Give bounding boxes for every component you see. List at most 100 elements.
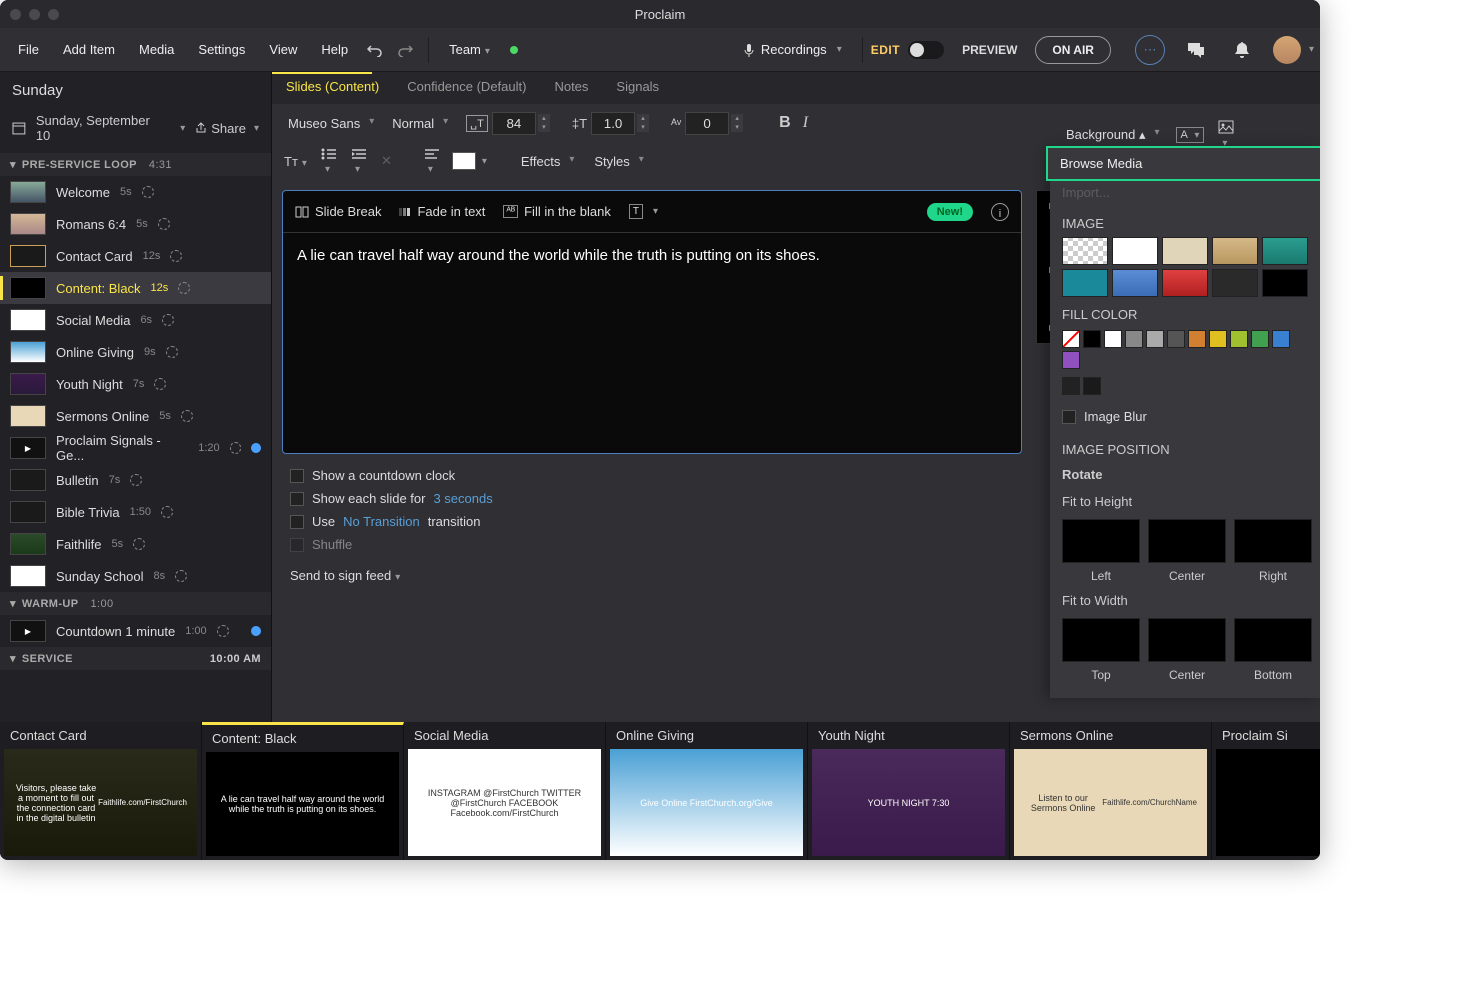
fill-color-chip[interactable] xyxy=(1167,330,1185,348)
slide-item[interactable]: Countdown 1 minute1:00 xyxy=(0,615,271,647)
image-blur-checkbox[interactable] xyxy=(1062,410,1076,424)
fill-color-chip[interactable] xyxy=(1104,330,1122,348)
section-header[interactable]: ▾PRE-SERVICE LOOP4:31 xyxy=(0,153,271,176)
slide-item[interactable]: Online Giving9s xyxy=(0,336,271,368)
fit-center-button[interactable] xyxy=(1148,519,1226,563)
image-swatch[interactable] xyxy=(1162,237,1208,265)
bold-button[interactable]: B xyxy=(777,112,793,134)
date-label[interactable]: Sunday, September 10 xyxy=(36,113,166,143)
fill-color-chip[interactable] xyxy=(1062,377,1080,395)
filmstrip-item[interactable]: Sermons OnlineListen to our Sermons Onli… xyxy=(1010,722,1212,860)
font-select[interactable]: Museo Sans xyxy=(282,112,378,135)
bell-icon[interactable] xyxy=(1227,35,1257,65)
slide-item[interactable]: Sermons Online5s xyxy=(0,400,271,432)
more-icon[interactable]: ⋯ xyxy=(1135,35,1165,65)
menu-add-item[interactable]: Add Item xyxy=(51,36,127,63)
user-avatar[interactable]: ▾ xyxy=(1273,36,1314,64)
slide-text-content[interactable]: A lie can travel half way around the wor… xyxy=(283,233,1021,453)
mode-toggle[interactable] xyxy=(908,41,944,59)
line-height-input[interactable] xyxy=(591,112,635,135)
slide-item[interactable]: Content: Black12s xyxy=(0,272,271,304)
filmstrip-item[interactable]: Social MediaINSTAGRAM @FirstChurch TWITT… xyxy=(404,722,606,860)
send-sign-feed-button[interactable]: Send to sign feed▾ xyxy=(290,568,1014,583)
styles-select[interactable]: Styles xyxy=(588,150,647,173)
fit-top-button[interactable] xyxy=(1062,618,1140,662)
filmstrip-item[interactable]: Online GivingGive Online FirstChurch.org… xyxy=(606,722,808,860)
clear-format-button[interactable]: ✕ xyxy=(379,151,394,171)
fit-right-button[interactable] xyxy=(1234,519,1312,563)
import-button[interactable]: Import... xyxy=(1050,185,1320,208)
fit-bottom-button[interactable] xyxy=(1234,618,1312,662)
fill-color-chip[interactable] xyxy=(1146,330,1164,348)
rotate-label[interactable]: Rotate xyxy=(1050,461,1320,488)
image-swatch[interactable] xyxy=(1112,269,1158,297)
line-height-stepper[interactable]: ▴▾ xyxy=(637,114,649,132)
fill-color-chip[interactable] xyxy=(1251,330,1269,348)
section-header[interactable]: ▾SERVICE10:00 AM xyxy=(0,647,271,670)
slide-duration-link[interactable]: 3 seconds xyxy=(433,491,492,506)
onair-button[interactable]: ON AIR xyxy=(1035,36,1111,64)
slide-item[interactable]: Proclaim Signals - Ge...1:20 xyxy=(0,432,271,464)
image-swatch[interactable] xyxy=(1212,269,1258,297)
font-size-input[interactable] xyxy=(492,112,536,135)
fill-color-chip[interactable] xyxy=(1083,330,1101,348)
info-icon[interactable]: i xyxy=(991,203,1009,221)
redo-button[interactable] xyxy=(390,35,420,65)
text-case-button[interactable]: Tᴛ▾ xyxy=(282,152,309,171)
image-swatch[interactable] xyxy=(1262,237,1308,265)
slide-item[interactable]: Faithlife5s xyxy=(0,528,271,560)
image-swatch[interactable] xyxy=(1112,237,1158,265)
shuffle-checkbox[interactable] xyxy=(290,538,304,552)
effects-select[interactable]: Effects xyxy=(515,150,579,173)
bullet-list-button[interactable]: ▾ xyxy=(319,146,339,177)
fill-color-chip[interactable] xyxy=(1230,330,1248,348)
menu-team[interactable]: Team▾ xyxy=(437,36,502,63)
undo-button[interactable] xyxy=(360,35,390,65)
traffic-lights[interactable] xyxy=(10,9,59,20)
tracking-input[interactable] xyxy=(685,112,729,135)
fit-center2-button[interactable] xyxy=(1148,618,1226,662)
transition-checkbox[interactable] xyxy=(290,515,304,529)
section-header[interactable]: ▾WARM-UP1:00 xyxy=(0,592,271,615)
fill-color-chip[interactable] xyxy=(1188,330,1206,348)
filmstrip-item[interactable]: Content: BlackA lie can travel half way … xyxy=(202,722,404,860)
transition-link[interactable]: No Transition xyxy=(343,514,420,529)
indent-button[interactable]: ▾ xyxy=(349,146,369,177)
each-slide-checkbox[interactable] xyxy=(290,492,304,506)
slide-item[interactable]: Social Media6s xyxy=(0,304,271,336)
menu-media[interactable]: Media xyxy=(127,36,186,63)
fill-color-chip[interactable] xyxy=(1083,377,1101,395)
text-direction-button[interactable]: T▾ xyxy=(629,204,658,219)
slide-break-button[interactable]: Slide Break xyxy=(295,204,381,219)
slide-item[interactable]: Romans 6:45s xyxy=(0,208,271,240)
image-swatch[interactable] xyxy=(1262,269,1308,297)
slide-item[interactable]: Contact Card12s xyxy=(0,240,271,272)
fill-color-chip[interactable] xyxy=(1062,351,1080,369)
fill-blank-button[interactable]: ᴬᴮFill in the blank xyxy=(503,204,610,219)
countdown-checkbox[interactable] xyxy=(290,469,304,483)
menu-help[interactable]: Help xyxy=(309,36,360,63)
align-button[interactable]: ▾ xyxy=(422,146,442,177)
slide-item[interactable]: Sunday School8s xyxy=(0,560,271,592)
filmstrip-item[interactable]: Youth NightYOUTH NIGHT 7:30 xyxy=(808,722,1010,860)
fit-left-button[interactable] xyxy=(1062,519,1140,563)
fill-color-chip[interactable] xyxy=(1209,330,1227,348)
browse-media-button[interactable]: Browse Media xyxy=(1048,148,1320,179)
text-color-button[interactable]: ▾ xyxy=(452,152,487,170)
font-weight-select[interactable]: Normal xyxy=(386,112,452,135)
recordings-button[interactable]: Recordings▾ xyxy=(731,36,854,63)
chat-icon[interactable] xyxy=(1181,35,1211,65)
fill-color-chip[interactable] xyxy=(1272,330,1290,348)
image-swatch[interactable] xyxy=(1062,269,1108,297)
fill-color-chip[interactable] xyxy=(1125,330,1143,348)
textbox-style-button[interactable]: A ▾ xyxy=(1176,127,1205,143)
fade-in-button[interactable]: Fade in text xyxy=(399,204,485,219)
tab-slides-content-[interactable]: Slides (Content) xyxy=(272,72,393,104)
share-button[interactable]: Share▾ xyxy=(195,121,259,136)
slide-item[interactable]: Bulletin7s xyxy=(0,464,271,496)
tab-signals[interactable]: Signals xyxy=(602,72,673,104)
font-size-stepper[interactable]: ▴▾ xyxy=(538,114,550,132)
background-select[interactable]: Background ▴ xyxy=(1060,123,1164,147)
tab-notes[interactable]: Notes xyxy=(540,72,602,104)
tracking-stepper[interactable]: ▴▾ xyxy=(731,114,743,132)
